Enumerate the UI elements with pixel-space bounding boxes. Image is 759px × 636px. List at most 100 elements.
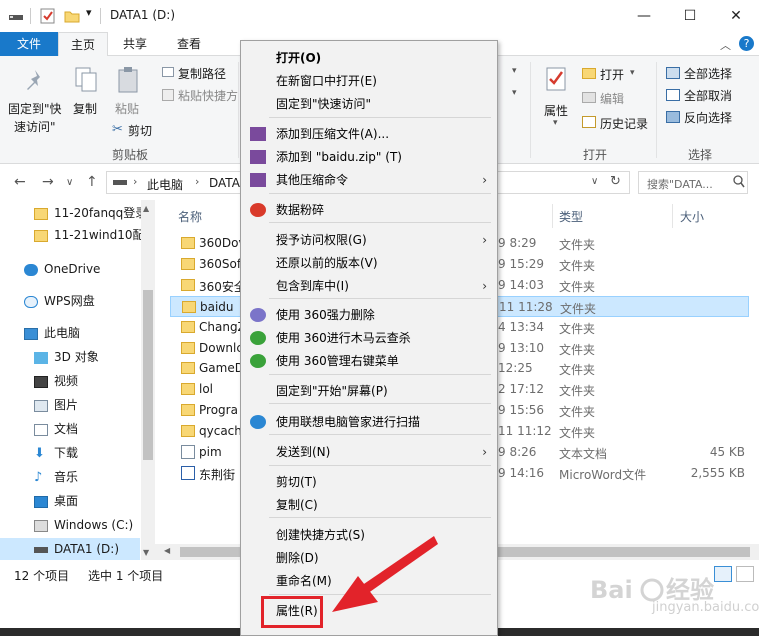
text-file-icon [181,445,195,459]
select-none-button[interactable]: 全部取消 [684,87,732,104]
nav-item-desktop[interactable]: 桌面 [0,490,140,512]
scroll-down-icon[interactable]: ▼ [143,548,149,557]
refresh-icon[interactable]: ↻ [610,174,621,189]
context-menu-item[interactable]: 发送到(N) › [241,441,497,463]
quick-access-dropdown-icon[interactable]: ▾ [86,6,92,19]
dropdown-arrow-icon[interactable]: ▾ [553,118,558,128]
context-menu-item[interactable]: 添加到压缩文件(A)... [241,123,497,145]
nav-item-downloads[interactable]: ⬇ 下载 [0,442,140,464]
back-arrow-icon[interactable]: ← [14,174,26,190]
breadcrumb-chevron-icon[interactable]: › [133,175,137,188]
context-menu-label: 使用 360强力删除 [276,308,375,322]
nav-item-pictures[interactable]: 图片 [0,394,140,416]
help-icon[interactable]: ? [739,36,754,51]
column-header-type[interactable]: 类型 [559,208,583,225]
history-button[interactable]: 历史记录 [600,115,648,132]
nav-item-data1-d[interactable]: DATA1 (D:) [0,538,140,560]
file-name: Downlc [199,340,243,355]
nav-item-3d-objects[interactable]: 3D 对象 [0,346,140,368]
context-menu-item[interactable]: 使用联想电脑管家进行扫描 [241,411,497,433]
paste-shortcut-button[interactable]: 粘贴快捷方 [178,87,238,104]
edit-button[interactable]: 编辑 [600,90,624,107]
search-input[interactable]: 搜索"DATA... [638,171,748,194]
pin-quick-access-label-2[interactable]: 速访问" [14,118,56,135]
dropdown-arrow-icon[interactable]: ▾ [512,88,517,98]
properties-button[interactable]: 属性 [544,102,568,119]
highlight-box [261,596,323,628]
context-menu-item[interactable]: 使用 360强力删除 [241,304,497,326]
column-divider[interactable] [672,204,673,228]
dropdown-arrow-icon[interactable]: ▾ [630,68,635,78]
up-arrow-icon[interactable]: ↑ [86,174,98,190]
search-icon[interactable] [733,175,745,192]
tab-home[interactable]: 主页 [58,32,108,57]
nav-item-onedrive[interactable]: OneDrive [0,258,140,280]
open-button[interactable]: 打开 [600,66,624,83]
collapse-ribbon-icon[interactable]: ︿ [720,37,731,53]
scroll-left-icon[interactable]: ◀ [164,546,170,555]
nav-item-videos[interactable]: 视频 [0,370,140,392]
properties-icon[interactable] [545,66,569,97]
pin-icon[interactable] [24,68,46,97]
maximize-button[interactable]: ☐ [667,0,713,32]
nav-item-wps[interactable]: WPS网盘 [0,290,140,312]
column-header-name[interactable]: 名称 [178,208,202,225]
nav-item-this-pc[interactable]: 此电脑 [0,322,140,344]
close-button[interactable]: ✕ [713,0,759,32]
film-icon [34,375,48,388]
tab-share[interactable]: 共享 [110,32,160,56]
tab-view[interactable]: 查看 [162,32,216,56]
address-dropdown-icon[interactable]: ∨ [591,176,598,187]
new-folder-icon[interactable] [64,8,80,24]
context-menu-item[interactable]: 在新窗口中打开(E) [241,70,497,92]
column-divider[interactable] [552,204,553,228]
submenu-chevron-icon: › [482,233,487,247]
nav-item-windows-c[interactable]: Windows (C:) [0,514,140,536]
nav-item-music[interactable]: ♪ 音乐 [0,466,140,488]
menu-separator [269,517,491,518]
minimize-button[interactable]: — [621,0,667,32]
navigation-pane: 11-20fanqq登录 11-21wind10配 OneDrive WPS网盘… [0,200,155,560]
context-menu-item[interactable]: 其他压缩命令 › [241,169,497,191]
copy-icon[interactable] [74,66,98,97]
shield-scan-icon [250,331,266,345]
file-date: 9 14:03 [498,277,545,292]
column-header-size[interactable]: 大小 [680,208,704,225]
pin-quick-access-label[interactable]: 固定到"快 [8,100,62,117]
nav-item-quick-folder[interactable]: 11-21wind10配 [0,224,145,246]
recent-locations-icon[interactable]: ∨ [66,177,73,188]
dropdown-arrow-icon[interactable]: ▾ [512,66,517,76]
copy-button[interactable]: 复制 [73,100,97,117]
context-menu-item[interactable]: 使用 360管理右键菜单 [241,350,497,372]
invert-selection-button[interactable]: 反向选择 [684,109,732,126]
context-menu-item[interactable]: 打开(O) [241,47,497,69]
context-menu-item[interactable]: 剪切(T) [241,471,497,493]
select-all-button[interactable]: 全部选择 [684,65,732,82]
breadcrumb-chevron-icon[interactable]: › [195,175,199,188]
nav-item-documents[interactable]: 文档 [0,418,140,440]
paste-button[interactable]: 粘贴 [115,100,139,117]
context-menu-item[interactable]: 固定到"快速访问" [241,93,497,115]
drive-icon[interactable] [8,8,24,24]
context-menu-item[interactable]: 包含到库中(I) › [241,275,497,297]
context-menu-item[interactable]: 授予访问权限(G) › [241,229,497,251]
forward-arrow-icon[interactable]: → [42,174,54,190]
context-menu-item[interactable]: 添加到 "baidu.zip" (T) [241,146,497,168]
menu-separator [269,193,491,194]
context-menu-item[interactable]: 使用 360进行木马云查杀 [241,327,497,349]
context-menu-item[interactable]: 固定到"开始"屏幕(P) [241,380,497,402]
nav-scrollbar-thumb[interactable] [143,290,153,460]
submenu-chevron-icon: › [482,445,487,459]
breadcrumb-this-pc[interactable]: 此电脑 [147,176,183,193]
tab-file[interactable]: 文件 [0,32,58,56]
copy-path-button[interactable]: 复制路径 [178,65,226,82]
file-size: 2,555 KB [690,465,745,480]
nav-item-quick-folder[interactable]: 11-20fanqq登录 [0,202,147,224]
cut-button[interactable]: 剪切 [128,122,152,139]
context-menu-item[interactable]: 还原以前的版本(V) [241,252,497,274]
context-menu-item[interactable]: 复制(C) [241,494,497,516]
context-menu-item[interactable]: 数据粉碎 [241,199,497,221]
scroll-up-icon[interactable]: ▲ [143,204,149,213]
paste-icon[interactable] [116,66,140,97]
properties-check-icon[interactable] [40,8,56,24]
